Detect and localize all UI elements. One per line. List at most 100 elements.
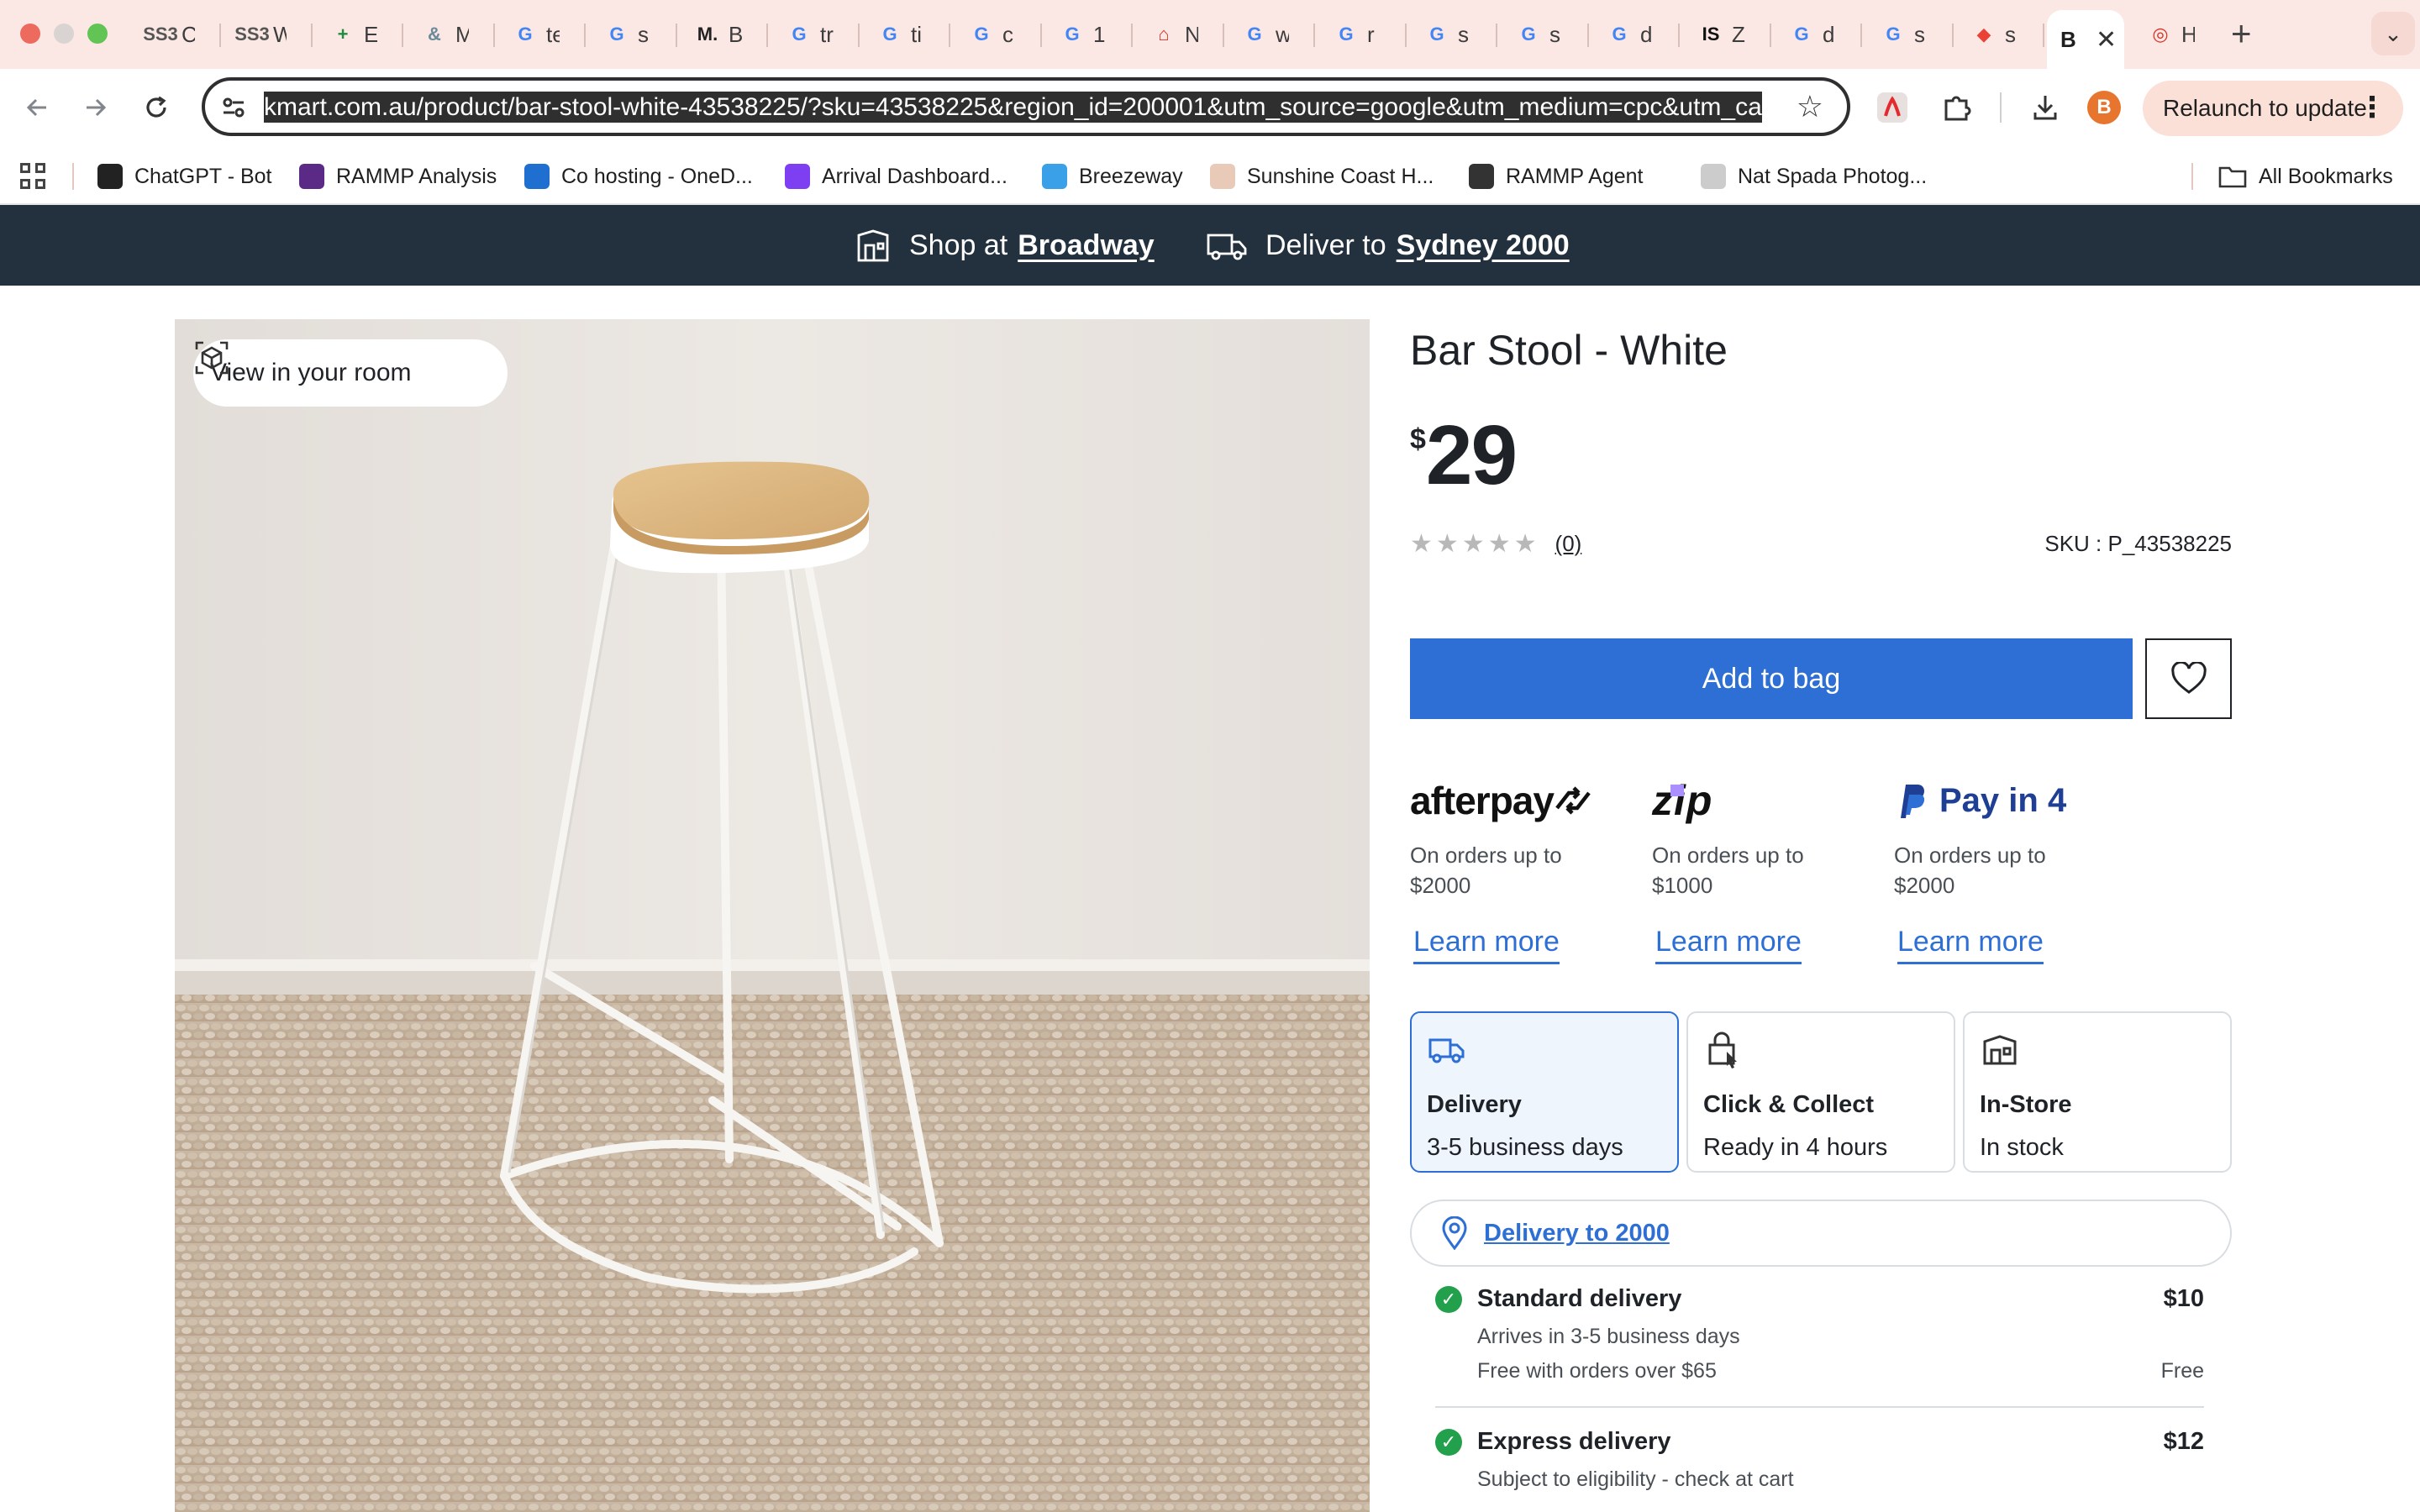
- close-icon[interactable]: ✕: [2096, 25, 2117, 55]
- browser-tab[interactable]: G1: [1046, 12, 1130, 57]
- tab-title: Z: [1732, 21, 1745, 47]
- bookmark-item[interactable]: RAMMP Agent: [1469, 160, 1644, 193]
- browser-tab[interactable]: Gd: [1776, 12, 1860, 57]
- fulfilment-title: Click & Collect: [1703, 1091, 1875, 1118]
- zip-logo: zip: [1652, 777, 1713, 824]
- product-title: Bar Stool - White: [1410, 327, 1728, 374]
- fulfilment-subtitle: In stock: [1980, 1134, 2064, 1161]
- bookmark-label: Nat Spada Photog...: [1738, 164, 1928, 188]
- forward-button[interactable]: [77, 89, 114, 126]
- browser-tab[interactable]: + E: [317, 12, 401, 57]
- bookmark-item[interactable]: ChatGPT - Bot: [97, 160, 272, 193]
- browser-tab[interactable]: Gd: [1593, 12, 1677, 57]
- extension-acrobat-icon[interactable]: [1872, 87, 1912, 128]
- maximize-window-button[interactable]: [87, 24, 108, 44]
- relaunch-label: Relaunch to update: [2163, 95, 2367, 121]
- bookmark-item[interactable]: Nat Spada Photog...: [1701, 160, 1927, 193]
- apps-grid-icon[interactable]: [20, 163, 47, 190]
- browser-tab[interactable]: SS3 C: [134, 12, 218, 57]
- bookmark-label: ChatGPT - Bot: [134, 164, 272, 188]
- bookmark-star-icon[interactable]: ☆: [1797, 89, 1823, 124]
- browser-tab[interactable]: Gc: [955, 12, 1039, 57]
- more-menu-icon[interactable]: ⋮: [2358, 91, 2386, 124]
- browser-tab[interactable]: Gs: [591, 12, 675, 57]
- bookmark-item[interactable]: Breezeway: [1042, 160, 1183, 193]
- url-text[interactable]: kmart.com.au/product/bar-stool-white-435…: [264, 91, 1776, 124]
- tab-title: E: [364, 21, 377, 47]
- relaunch-to-update-button[interactable]: Relaunch to update ⋮: [2143, 81, 2403, 136]
- browser-tab[interactable]: IS Z: [1685, 12, 1769, 57]
- payment-desc: On orders up to $2000: [1894, 843, 2046, 898]
- reload-button[interactable]: [138, 89, 175, 126]
- tab-title: s: [2005, 21, 2016, 47]
- bookmark-label: Co hosting - OneD...: [561, 164, 753, 188]
- browser-tab[interactable]: Gs: [1411, 12, 1495, 57]
- tab-title: d: [1823, 21, 1835, 47]
- all-bookmarks-button[interactable]: All Bookmarks: [2218, 160, 2393, 193]
- deliver-to-link[interactable]: Deliver to Sydney 2000: [1207, 227, 1570, 264]
- browser-tab[interactable]: SS3 W: [226, 12, 310, 57]
- sku-label: SKU : P_43538225: [2044, 531, 2232, 556]
- site-settings-icon[interactable]: [220, 94, 247, 121]
- bookmark-label: Breezeway: [1079, 164, 1183, 188]
- browser-toolbar: kmart.com.au/product/bar-stool-white-435…: [0, 69, 2420, 146]
- browser-tab-active[interactable]: B ✕: [2047, 10, 2124, 69]
- fulfilment-delivery-card[interactable]: Delivery 3-5 business days: [1410, 1011, 1679, 1173]
- tab-title: d: [1640, 21, 1653, 47]
- tab-favicon-icon: M.: [697, 24, 718, 45]
- browser-tab[interactable]: Gs: [1867, 12, 1951, 57]
- address-bar[interactable]: kmart.com.au/product/bar-stool-white-435…: [202, 77, 1850, 136]
- deliver-location: Sydney 2000: [1396, 228, 1570, 261]
- tab-title: s: [1549, 21, 1560, 47]
- bookmark-label: RAMMP Agent: [1506, 164, 1644, 188]
- zip-learn-more-link[interactable]: Learn more: [1655, 926, 1802, 964]
- payment-option-paypal: Pay in 4 On orders up to $2000 Learn mor…: [1894, 771, 2121, 964]
- minimize-window-button[interactable]: [54, 24, 74, 44]
- browser-tab[interactable]: Gw: [1228, 12, 1313, 57]
- bookmark-item[interactable]: Arrival Dashboard...: [785, 160, 1007, 193]
- tab-favicon-icon: IS: [1702, 24, 1720, 45]
- browser-tab[interactable]: Gti: [864, 12, 948, 57]
- fulfilment-click-collect-card[interactable]: Click & Collect Ready in 4 hours: [1686, 1011, 1955, 1173]
- close-window-button[interactable]: [20, 24, 40, 44]
- afterpay-learn-more-link[interactable]: Learn more: [1413, 926, 1560, 964]
- bookmark-item[interactable]: Co hosting - OneD...: [524, 160, 753, 193]
- add-to-bag-button[interactable]: Add to bag: [1410, 638, 2133, 719]
- view-in-room-button[interactable]: View in your room: [193, 339, 508, 407]
- browser-tab[interactable]: ⌂ N: [1138, 12, 1222, 57]
- tab-favicon-icon: G: [974, 24, 989, 45]
- paypal-learn-more-link[interactable]: Learn more: [1897, 926, 2044, 964]
- tab-favicon-icon: G: [1339, 24, 1354, 45]
- tab-search-button[interactable]: ⌄: [2371, 12, 2415, 55]
- extensions-puzzle-icon[interactable]: [1936, 87, 1976, 128]
- downloads-icon[interactable]: [2025, 87, 2065, 128]
- tab-title: ti: [911, 21, 922, 47]
- wishlist-button[interactable]: [2145, 638, 2232, 719]
- delivery-location-bar[interactable]: Delivery to 2000: [1410, 1200, 2232, 1267]
- shop-at-store-link[interactable]: Shop at Broadway: [855, 227, 1155, 264]
- product-image[interactable]: View in your room: [175, 319, 1370, 1512]
- delivery-location-link[interactable]: Delivery to 2000: [1484, 1220, 1670, 1247]
- bookmark-item[interactable]: RAMMP Analysis: [299, 160, 497, 193]
- bookmark-item[interactable]: Sunshine Coast H...: [1210, 160, 1434, 193]
- browser-tab[interactable]: Gtr: [773, 12, 857, 57]
- browser-tab[interactable]: ◆ s: [1958, 12, 2042, 57]
- tab-favicon-icon: SS3: [143, 24, 178, 45]
- browser-tab[interactable]: M. B: [681, 12, 765, 57]
- tab-separator: [492, 24, 495, 47]
- browser-tab[interactable]: Gte: [499, 12, 583, 57]
- fulfilment-in-store-card[interactable]: In-Store In stock: [1963, 1011, 2232, 1173]
- browser-tab[interactable]: Gs: [1502, 12, 1586, 57]
- review-count-link[interactable]: (0): [1555, 531, 1582, 557]
- profile-avatar[interactable]: B: [2087, 91, 2121, 124]
- browser-tab[interactable]: Gr: [1320, 12, 1404, 57]
- tab-title: s: [638, 21, 649, 47]
- new-tab-button[interactable]: +: [2231, 13, 2252, 54]
- tab-favicon-icon: G: [518, 24, 533, 45]
- rating[interactable]: ★ ★ ★ ★ ★ (0): [1410, 529, 1581, 559]
- browser-tab[interactable]: ◎ H: [2134, 12, 2210, 57]
- page-icon: [1210, 164, 1235, 189]
- back-button[interactable]: [18, 89, 55, 126]
- browser-tab[interactable]: & M: [408, 12, 492, 57]
- page-icon: [1701, 164, 1726, 189]
